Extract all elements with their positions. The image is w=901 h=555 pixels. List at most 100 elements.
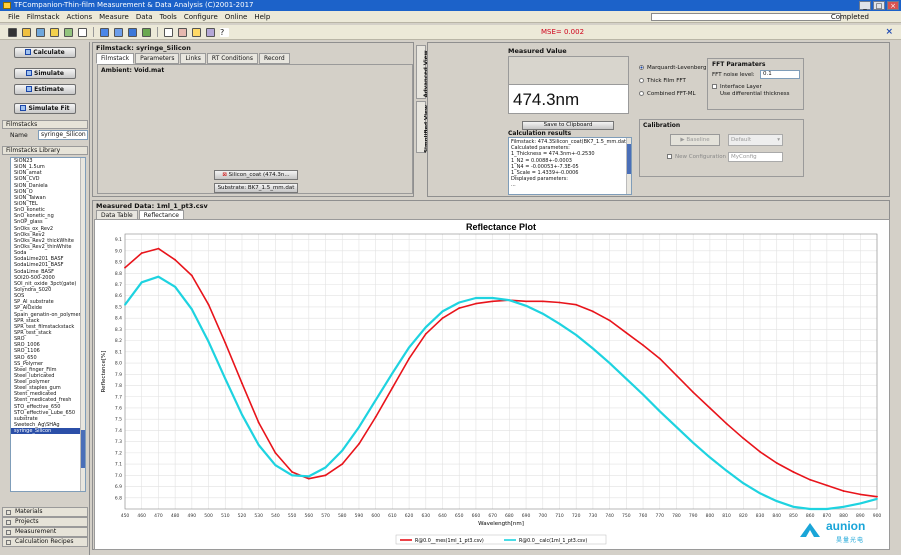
tab-projects[interactable]: Projects [2,517,88,527]
toolbar: ? [0,25,901,40]
filmstack-name-input[interactable]: syringe_Silicon [38,130,88,140]
new-configuration-checkbox[interactable]: New Configuration [667,154,726,160]
simulate-fit-button[interactable]: Simulate Fit [14,103,76,114]
method-marquardt[interactable]: Marquardt-Levenberg [639,65,706,71]
open-icon[interactable] [22,27,31,37]
series-line-calculated [124,275,878,511]
tab-calculation-recipes[interactable]: Calculation Recipes [2,537,88,547]
data-point-calculated [592,347,594,350]
menu-online[interactable]: Online [225,13,248,21]
data-point-calculated [675,426,678,428]
pen-icon[interactable] [178,27,187,37]
menu-help[interactable]: Help [254,13,270,21]
data-point-calculated [658,410,661,413]
y-tick-label: 7.5 [115,417,122,423]
y-tick-label: 8.4 [115,316,122,322]
library-scrollbar[interactable] [80,158,85,491]
config-name-input[interactable]: MyConfig [728,152,783,162]
simulate-button[interactable]: Simulate [14,68,76,79]
baseline-button[interactable]: ▶ Baseline [670,134,720,146]
maximize-icon[interactable]: □ [873,1,885,10]
menu-filmstack[interactable]: Filmstack [27,13,60,21]
scrollbar-thumb[interactable] [81,430,85,468]
advanced-view-tab[interactable]: Advanced View [416,45,430,99]
filmstacks-library-list[interactable]: SiON23 SiON_1.5um SiON_amat SiON_CVD SiON_Da… [10,157,86,492]
tab-measurement[interactable]: Measurement [2,527,88,537]
save-icon[interactable] [8,27,17,37]
x-tick-label: 500 [204,513,213,519]
library-item[interactable]: Spain_genatin-on_polymer [11,312,85,318]
down-arrow-icon[interactable] [128,27,137,37]
method-thick-film-fft[interactable]: Thick Film FFT [639,78,686,84]
minimize-icon[interactable]: _ [859,1,871,10]
data-point-calculated [324,466,327,469]
reflectance-chart-svg[interactable]: Reflectance Plot 450 460 470 480 490 500 510 520… [95,220,889,549]
data-point-calculated [341,449,344,452]
help-icon[interactable]: ? [220,27,229,37]
filmstacks-header[interactable]: Filmstacks [2,120,88,129]
close-icon[interactable]: × [887,1,899,10]
library-item[interactable]: syringe_Silicon [11,428,85,435]
menu-actions[interactable]: Actions [67,13,93,21]
checkbox-icon [712,84,717,89]
data-point-measured [174,258,177,261]
tab-record[interactable]: Record [258,53,290,64]
calculation-results-box[interactable]: Filmstack: 474.3Silicon_coat(BK7_1.5_mm.… [508,137,632,195]
data-point-calculated [625,377,628,380]
menu-configure[interactable]: Configure [184,13,218,21]
save-to-clipboard-button[interactable]: Save to Clipboard [522,121,614,130]
data-point-measured [525,300,527,303]
document-icon[interactable] [78,27,87,37]
radio-selected-icon [639,65,644,70]
y-tick-label: 9.1 [115,237,122,243]
results-scrollbar[interactable] [626,138,631,194]
simplified-view-tab[interactable]: Simplified View [416,101,430,153]
x-tick-label: 700 [538,513,547,519]
close-doc-icon[interactable]: × [885,27,893,37]
data-point-measured [825,484,828,487]
grid-icon[interactable] [142,27,151,37]
export-icon[interactable] [64,27,73,37]
menu-data[interactable]: Data [136,13,153,21]
method-combined-fft-ml[interactable]: Combined FFT-ML [639,91,696,97]
library-item[interactable]: STO_effective_Lube_650 [11,410,85,416]
data-point-calculated [157,275,160,278]
fft-noise-input[interactable]: 0.1 [760,70,800,79]
tab-rt-conditions[interactable]: RT Conditions [206,53,258,64]
x-tick-label: 740 [605,513,614,519]
window-controls: _ □ × [859,1,899,10]
tab-filmstack[interactable]: Filmstack [96,53,135,64]
up-arrow-icon[interactable] [114,27,123,37]
estimate-button[interactable]: Estimate [14,84,76,95]
tab-materials[interactable]: Materials [2,507,88,517]
calibration-select[interactable]: Default ▾ [728,134,783,146]
data-point-calculated [491,297,494,299]
interface-layer-checkbox[interactable]: Interface Layer [712,84,762,90]
data-point-calculated [759,492,761,495]
scrollbar-thumb[interactable] [627,144,631,174]
highlight-icon[interactable] [192,27,201,37]
tab-links[interactable]: Links [180,53,206,64]
data-point-measured [708,407,711,409]
substrate-button[interactable]: Substrate: BK7_1.5_mm.dat [214,183,298,193]
y-tick-label: 8.0 [115,361,122,367]
data-point-measured [358,442,360,445]
measure-icon[interactable] [36,27,45,37]
tab-parameters[interactable]: Parameters [135,53,180,64]
percent-icon[interactable] [206,27,215,37]
x-tick-label: 590 [355,513,364,519]
menu-tools[interactable]: Tools [160,13,177,21]
calculate-button[interactable]: Calculate [14,47,76,58]
reflectance-plot[interactable]: Reflectance Plot 450 460 470 480 490 500 510 520… [94,219,890,550]
estimate-icon [26,86,33,92]
zoom-icon[interactable] [164,27,173,37]
data-point-calculated [825,508,828,510]
layer-button[interactable]: ⊠ Silicon_coat (474.3n... [214,170,298,180]
window-title: TFCompanion-Thin-film Measurement & Data… [14,1,254,9]
folder-icon[interactable] [50,27,59,37]
menu-measure[interactable]: Measure [99,13,129,21]
material-icon[interactable] [100,27,109,37]
y-tick-label: 7.3 [115,439,122,445]
menu-file[interactable]: File [8,13,20,21]
x-tick-label: 840 [772,513,781,519]
